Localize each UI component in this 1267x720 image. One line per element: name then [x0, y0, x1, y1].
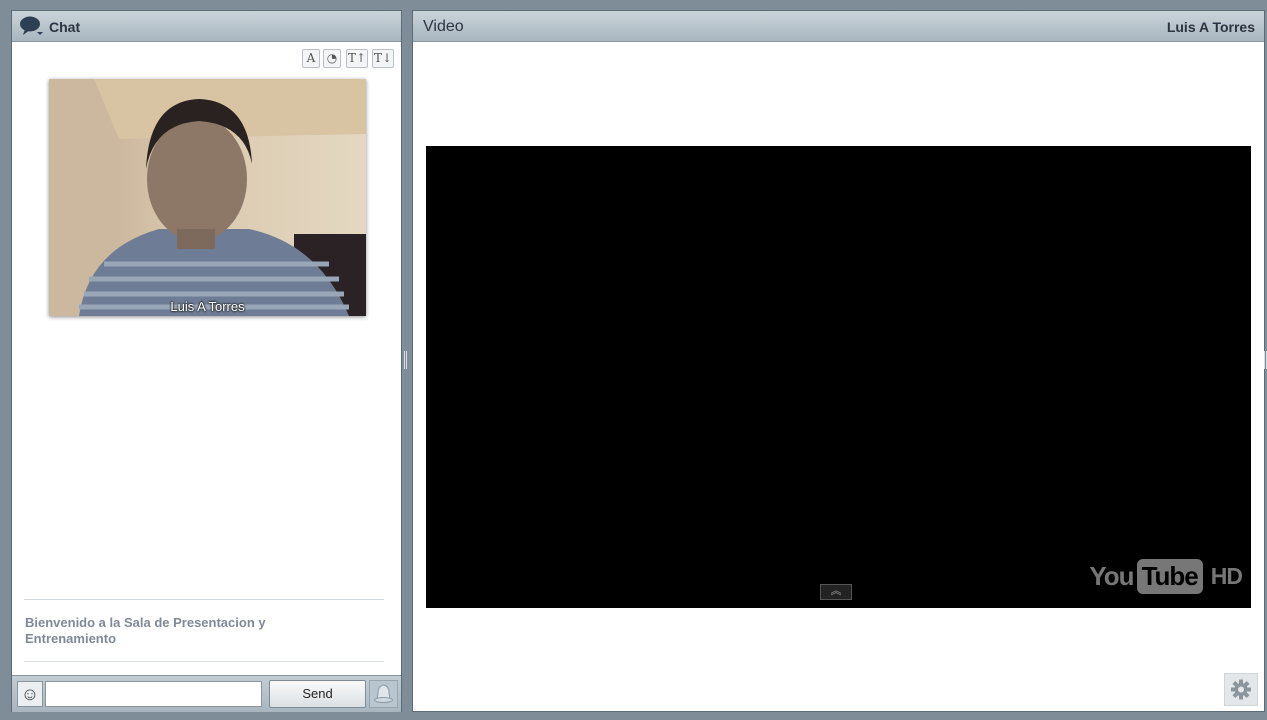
notification-bell-button[interactable] — [369, 680, 398, 708]
settings-button[interactable] — [1224, 673, 1258, 706]
smiley-icon: ☺ — [20, 684, 40, 704]
logo-you: You — [1089, 560, 1134, 591]
gear-icon — [1231, 679, 1251, 700]
chat-header: Chat — [12, 11, 401, 42]
video-title: Video — [423, 18, 464, 35]
divider — [24, 599, 384, 600]
chat-panel: Chat A ◔ T↑ T↓ Luis A Torres Bienvenido … — [11, 10, 402, 712]
video-header: Video Luis A Torres — [413, 11, 1264, 42]
bell-icon — [374, 684, 393, 703]
expand-controls-button[interactable]: ︽ — [820, 584, 852, 600]
webcam-video[interactable]: Luis A Torres — [49, 79, 366, 316]
panel-resize-handle[interactable] — [404, 351, 407, 369]
font-increase-button[interactable]: T↑ — [346, 49, 368, 68]
presenter-name: Luis A Torres — [1166, 19, 1255, 35]
clock-button[interactable]: ◔ — [323, 49, 341, 68]
webcam-name-label: Luis A Torres — [170, 299, 245, 314]
font-decrease-button[interactable]: T↓ — [372, 49, 394, 68]
chat-message-input[interactable] — [45, 681, 262, 707]
youtube-hd-logo[interactable]: You Tube HD — [1089, 556, 1243, 596]
chat-input-bar: ☺ Send — [12, 675, 401, 712]
emoji-picker-button[interactable]: ☺ — [17, 681, 43, 707]
webcam-feed-image — [49, 79, 366, 316]
logo-hd: HD — [1210, 562, 1243, 589]
double-chevron-up-icon: ︽ — [830, 585, 842, 597]
youtube-player[interactable]: ︽ You Tube HD — [426, 146, 1251, 608]
chat-title: Chat — [49, 19, 81, 35]
logo-tube: Tube — [1136, 558, 1203, 594]
divider — [24, 661, 384, 662]
chat-bubble-icon[interactable] — [19, 15, 43, 37]
send-button[interactable]: Send — [269, 680, 366, 708]
font-style-button[interactable]: A — [302, 49, 320, 68]
welcome-message: Bienvenido a la Sala de Presentacion y E… — [25, 615, 266, 646]
video-panel: Video Luis A Torres ︽ You Tube HD — [412, 10, 1265, 712]
